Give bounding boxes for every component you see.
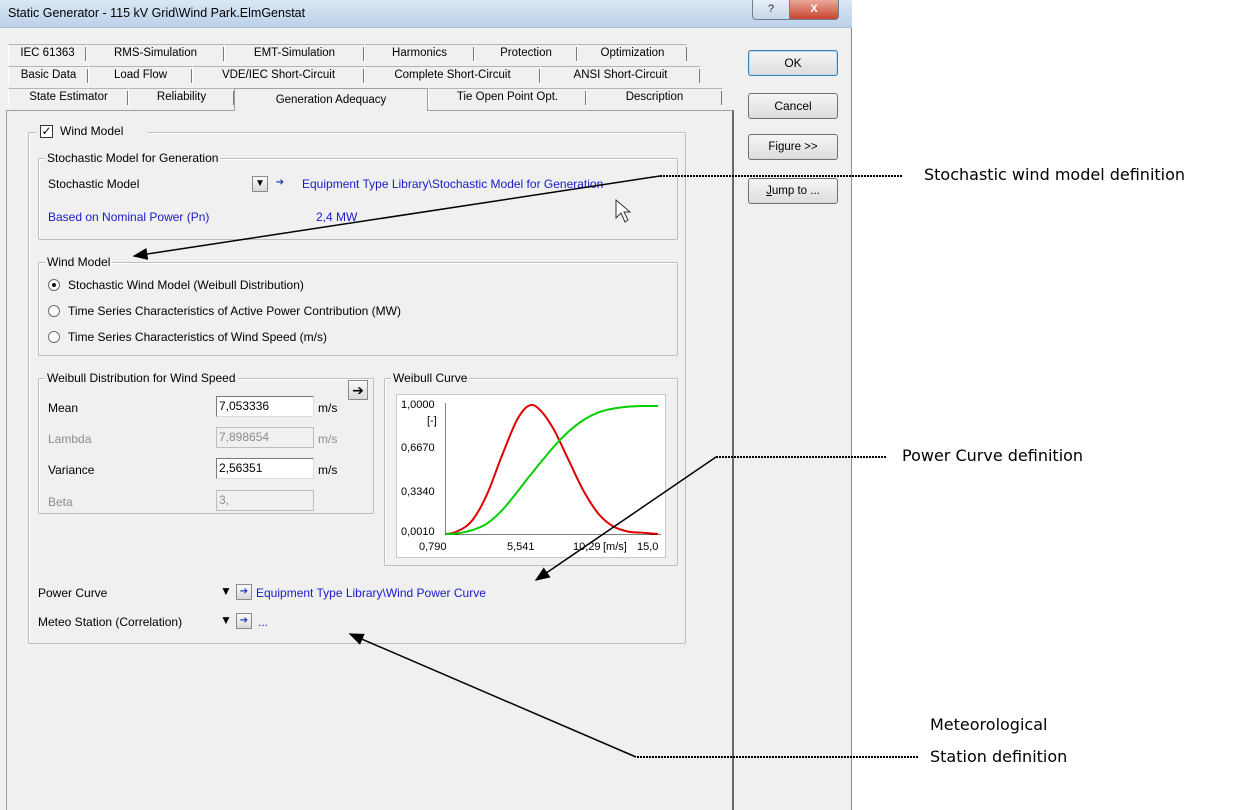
meteo-annotation-line2: Station definition — [930, 747, 1068, 766]
power-curve-annotation-arrow — [534, 456, 886, 581]
stochastic-annotation-arrow — [132, 175, 902, 260]
meteo-annotation-line1: Meteorological — [930, 715, 1048, 734]
tab-generation-adequacy[interactable]: Generation Adequacy — [234, 88, 428, 111]
annotation-arrows — [132, 175, 918, 758]
power-curve-annotation: Power Curve definition — [902, 446, 1084, 465]
meteo-annotation-arrow — [348, 633, 918, 758]
stochastic-annotation: Stochastic wind model definition — [924, 165, 1186, 184]
